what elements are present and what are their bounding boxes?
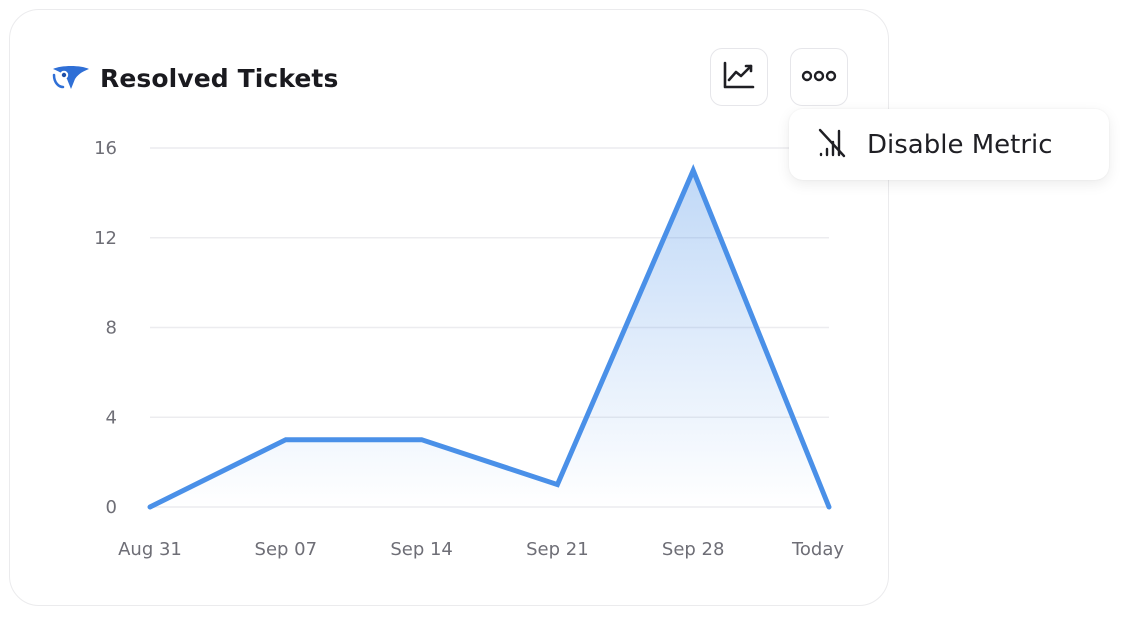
x-tick-label: Today <box>791 539 844 560</box>
x-tick-label: Sep 28 <box>662 539 725 560</box>
y-tick-label: 0 <box>106 497 117 518</box>
y-tick-label: 8 <box>106 318 117 339</box>
signal-off-icon <box>817 127 847 163</box>
x-tick-label: Sep 21 <box>526 539 589 560</box>
y-tick-label: 12 <box>94 228 117 249</box>
disable-metric-menu-item[interactable]: Disable Metric <box>867 130 1053 160</box>
options-menu: Disable Metric <box>789 109 1109 180</box>
resolved-tickets-chart: 0 4 8 12 16 Aug 31 Sep 07 Sep 14 Sep 21 Sep 28 To… <box>94 138 844 560</box>
x-tick-label: Sep 14 <box>390 539 453 560</box>
y-tick-label: 16 <box>94 138 117 159</box>
x-tick-label: Sep 07 <box>255 539 318 560</box>
y-tick-label: 4 <box>106 407 117 428</box>
x-tick-label: Aug 31 <box>118 539 182 560</box>
